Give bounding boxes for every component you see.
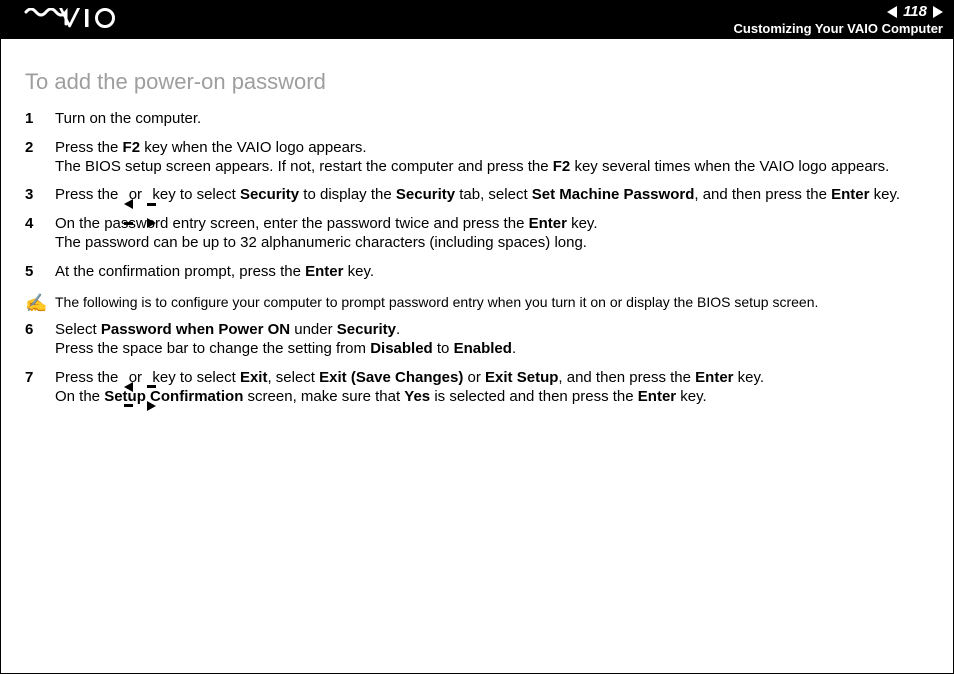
step-item: 7Press the or key to select Exit, select… <box>25 364 929 412</box>
steps-list-2: 6Select Password when Power ON under Sec… <box>25 316 929 411</box>
page-navigator: 118 <box>887 4 943 21</box>
note-icon: ✍ <box>25 294 55 312</box>
note: ✍ The following is to configure your com… <box>25 294 929 312</box>
page-number: 118 <box>903 4 927 21</box>
vaio-logo <box>21 8 131 33</box>
step-item: 6Select Password when Power ON under Sec… <box>25 316 929 364</box>
step-item: 5At the confirmation prompt, press the E… <box>25 258 929 287</box>
step-body: Press the or key to select Security to d… <box>55 186 929 205</box>
step-number: 7 <box>25 369 55 407</box>
step-item: 2Press the F2 key when the VAIO logo app… <box>25 134 929 182</box>
prev-page-icon[interactable] <box>887 6 897 18</box>
step-number: 2 <box>25 139 55 177</box>
step-body: Turn on the computer. <box>55 110 929 129</box>
next-page-icon[interactable] <box>933 6 943 18</box>
step-number: 5 <box>25 263 55 282</box>
page-heading: To add the power-on password <box>25 69 929 95</box>
step-body: On the password entry screen, enter the … <box>55 215 929 253</box>
steps-list: 1Turn on the computer.2Press the F2 key … <box>25 105 929 286</box>
step-number: 3 <box>25 186 55 205</box>
step-body: Select Password when Power ON under Secu… <box>55 321 929 359</box>
step-number: 1 <box>25 110 55 129</box>
step-body: At the confirmation prompt, press the En… <box>55 263 929 282</box>
step-body: Press the or key to select Exit, select … <box>55 369 929 407</box>
section-title: Customizing Your VAIO Computer <box>734 22 943 36</box>
step-item: 3Press the or key to select Security to … <box>25 181 929 210</box>
step-number: 4 <box>25 215 55 253</box>
content: To add the power-on password 1Turn on th… <box>1 39 953 411</box>
note-text: The following is to configure your compu… <box>55 294 929 310</box>
header-bar: 118 Customizing Your VAIO Computer <box>1 1 953 39</box>
step-body: Press the F2 key when the VAIO logo appe… <box>55 139 929 177</box>
step-number: 6 <box>25 321 55 359</box>
step-item: 1Turn on the computer. <box>25 105 929 134</box>
step-item: 4On the password entry screen, enter the… <box>25 210 929 258</box>
header-right: 118 Customizing Your VAIO Computer <box>734 4 943 36</box>
page: 118 Customizing Your VAIO Computer To ad… <box>0 0 954 674</box>
